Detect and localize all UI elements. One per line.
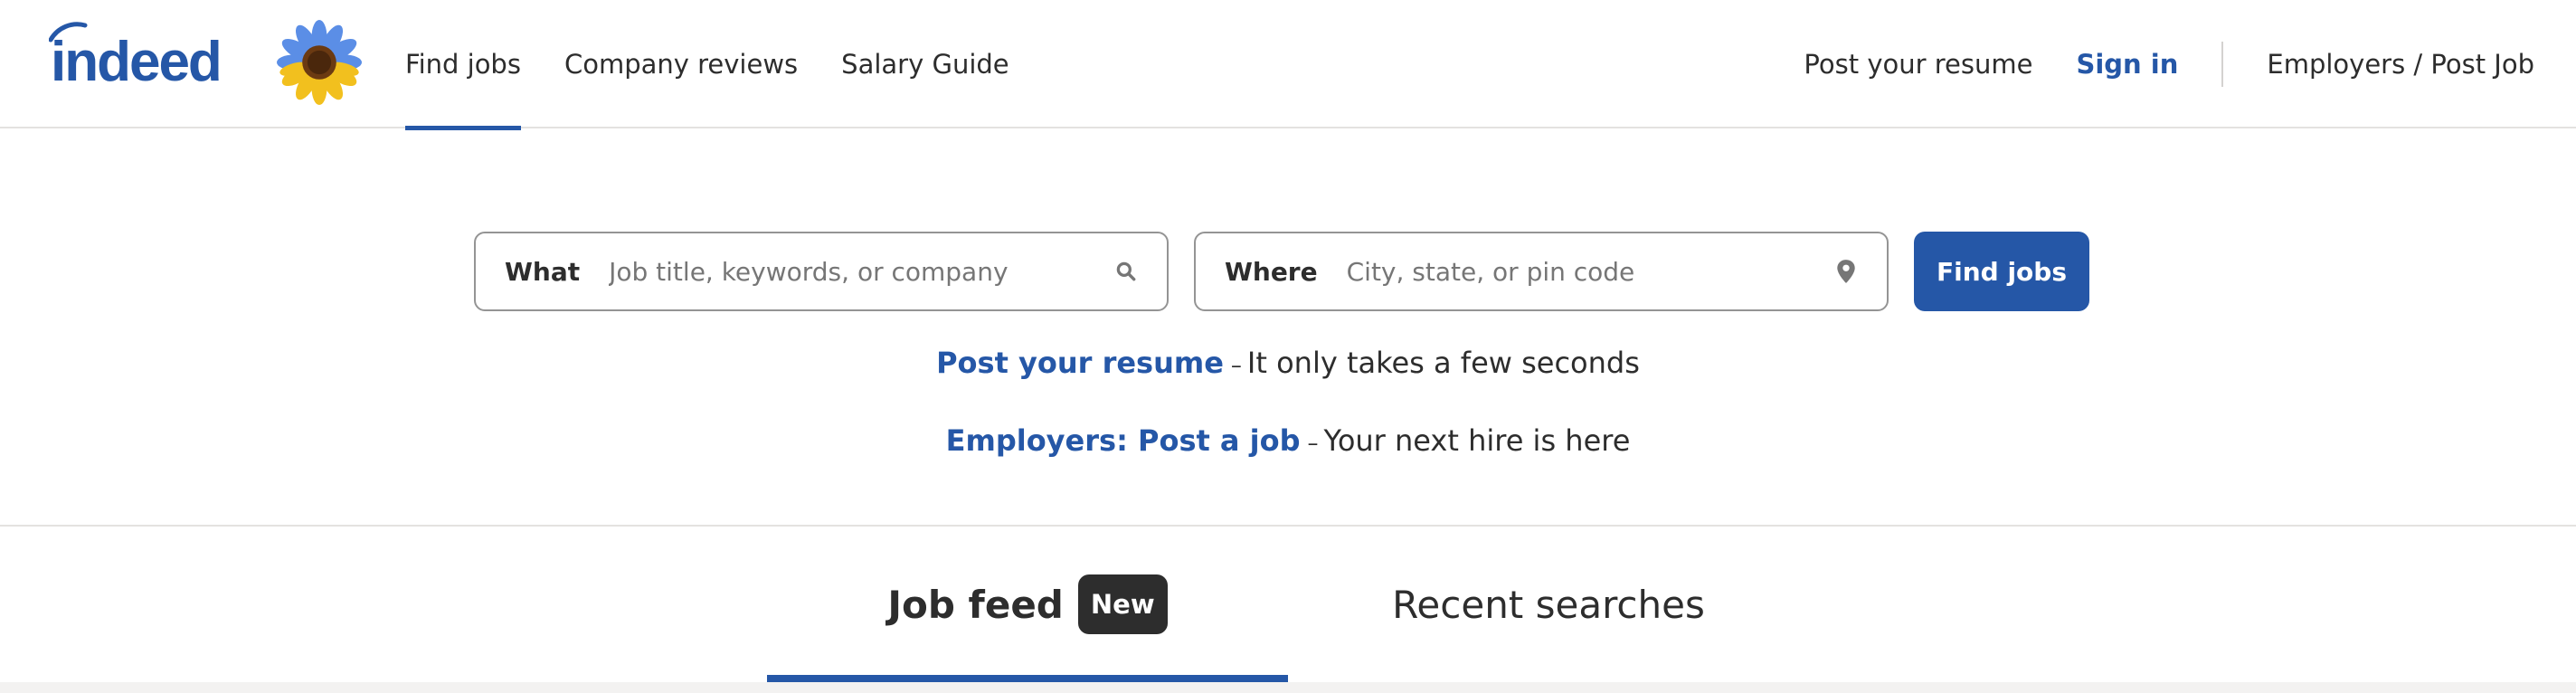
feed-background-strip (0, 682, 2576, 693)
where-label: Where (1225, 256, 1318, 287)
logo-arc-icon (49, 22, 88, 43)
find-jobs-button[interactable]: Find jobs (1914, 232, 2089, 311)
new-badge: New (1077, 574, 1168, 634)
feed-tabs: Job feed New Recent searches (767, 527, 1809, 682)
tab-job-feed[interactable]: Job feed New (767, 527, 1288, 682)
tab-job-feed-label: Job feed (887, 582, 1064, 627)
what-label: What (505, 256, 581, 287)
nav-company-reviews[interactable]: Company reviews (564, 0, 798, 128)
where-field[interactable]: Where (1194, 232, 1889, 311)
promo-post-resume-link[interactable]: Post your resume (936, 346, 1224, 380)
employers-post-job-link[interactable]: Employers / Post Job (2267, 49, 2534, 80)
header-actions: Post your resume Sign in Employers / Pos… (1804, 0, 2534, 128)
header-divider (2221, 42, 2224, 87)
job-search-form: What Where Find jobs (474, 232, 2089, 311)
promo-dash: – (1307, 431, 1319, 456)
promo-post-resume: Post your resume – It only takes a few sec… (0, 346, 2576, 380)
where-input[interactable] (1344, 255, 1833, 288)
tab-recent-searches-label: Recent searches (1392, 582, 1705, 627)
search-icon (1113, 258, 1140, 285)
main-nav: Find jobs Company reviews Salary Guide (405, 0, 1053, 130)
top-header: indeed Find jobs Company reviews Salary … (0, 0, 2576, 130)
nav-salary-guide[interactable]: Salary Guide (841, 0, 1009, 128)
sunflower-icon (277, 20, 362, 105)
promo-post-resume-text: It only takes a few seconds (1246, 346, 1640, 380)
promo-dash: – (1230, 353, 1242, 378)
indeed-logo[interactable]: indeed (49, 22, 223, 94)
what-field[interactable]: What (474, 232, 1169, 311)
promo-employers-text: Your next hire is here (1323, 423, 1631, 458)
promo-employers: Employers: Post a job – Your next hire is … (0, 423, 2576, 458)
what-input[interactable] (607, 255, 1113, 288)
tab-recent-searches[interactable]: Recent searches (1288, 527, 1809, 682)
post-resume-link[interactable]: Post your resume (1804, 49, 2032, 80)
location-pin-icon (1833, 258, 1860, 285)
sign-in-link[interactable]: Sign in (2076, 49, 2178, 80)
promo-employers-link[interactable]: Employers: Post a job (946, 423, 1301, 458)
nav-find-jobs[interactable]: Find jobs (405, 0, 521, 130)
